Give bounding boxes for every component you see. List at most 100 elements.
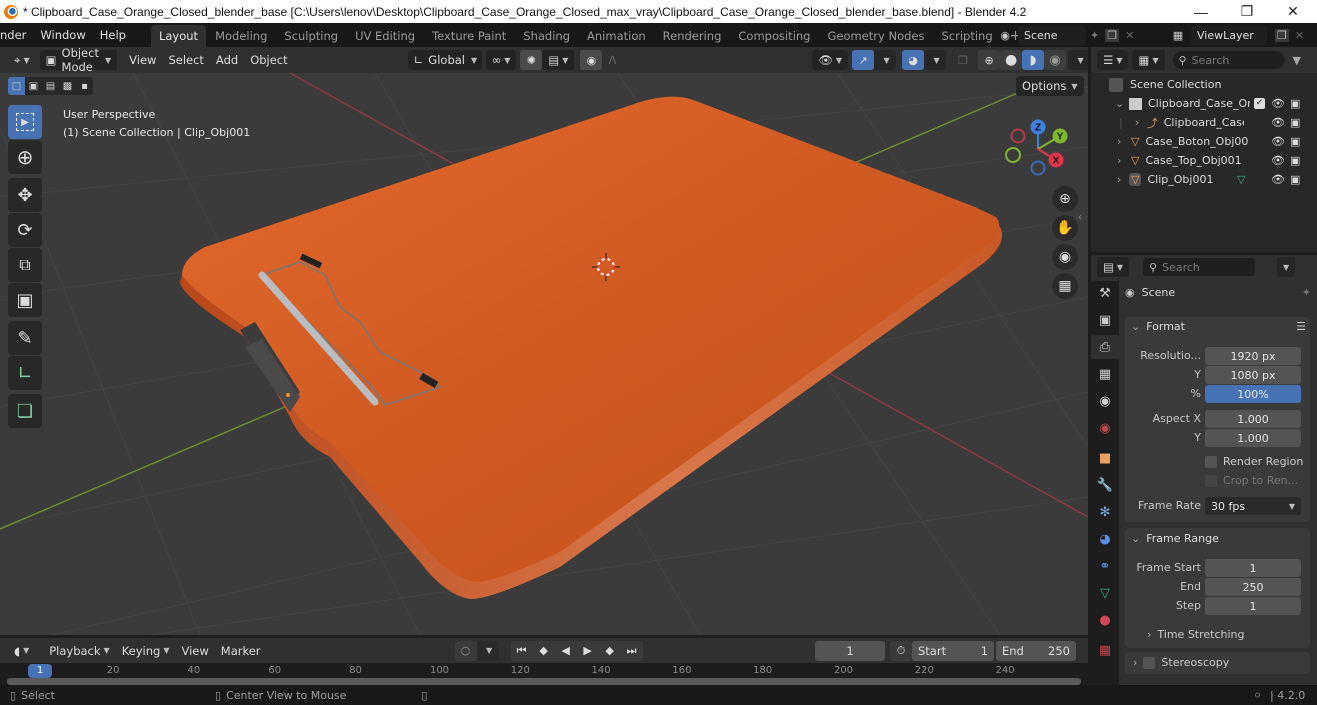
outliner-row[interactable]: › ▽ Case_Boton_Obj00 👁 ▣ — [1091, 132, 1317, 151]
frame-step-field[interactable]: 1 — [1205, 597, 1301, 615]
timeline-scrollbar[interactable] — [7, 678, 1081, 685]
playhead[interactable]: 1 — [28, 664, 52, 678]
minimize-button[interactable]: — — [1178, 0, 1224, 23]
scene-name-field[interactable]: Scene — [1018, 26, 1086, 45]
aspect-x-field[interactable]: 1.000 — [1205, 410, 1301, 428]
menu-select[interactable]: Select — [162, 50, 209, 70]
render-region-checkbox[interactable]: Render Region — [1205, 455, 1303, 468]
visibility-eye-icon[interactable]: 👁 — [1271, 116, 1285, 129]
tab-geometry-nodes[interactable]: Geometry Nodes — [819, 25, 932, 47]
tab-view-layer-icon[interactable]: ▦ — [1091, 362, 1119, 386]
tool-add-cube[interactable]: ❏ — [8, 394, 42, 428]
editor-type-button[interactable]: ⌖ ▼ — [8, 50, 36, 70]
tab-texture-paint[interactable]: Texture Paint — [424, 25, 514, 47]
frame-start-field[interactable]: 1 — [1205, 559, 1301, 577]
new-scene-icon[interactable]: ❐ — [1105, 29, 1120, 42]
pan-view-button[interactable]: ✋ — [1052, 215, 1078, 241]
frame-end-field[interactable]: 250 — [1205, 578, 1301, 596]
select-intersect-icon[interactable]: ▪ — [76, 77, 93, 95]
menu-view[interactable]: View — [123, 50, 162, 70]
gizmo-toggle-icon[interactable]: ↗ — [852, 50, 875, 70]
tab-particles-icon[interactable]: ✻ — [1091, 500, 1119, 524]
tab-material-icon[interactable]: ● — [1091, 608, 1119, 632]
stereoscopy-panel[interactable]: › Stereoscopy — [1125, 652, 1310, 674]
current-frame-field[interactable]: 1 — [815, 640, 885, 661]
tab-layout[interactable]: Layout — [150, 25, 207, 47]
end-frame-field[interactable]: End 250 — [996, 640, 1076, 661]
3d-viewport[interactable]: Z Y X ⌖ ▼ ▣ Object Mode ▼ View Select Add O… — [0, 47, 1088, 635]
properties-options-dropdown[interactable]: ▼ — [1277, 257, 1296, 277]
exclude-checkbox[interactable]: ✓ — [1254, 98, 1265, 109]
render-camera-icon[interactable]: ▣ — [1290, 135, 1300, 148]
menu-help[interactable]: Help — [93, 23, 133, 47]
pin-icon[interactable]: ✦ — [1302, 286, 1311, 299]
tab-modifiers-icon[interactable]: 🔧 — [1091, 473, 1119, 497]
scene-icon[interactable]: ◉ — [992, 29, 1018, 42]
overlays-toggle-icon[interactable]: ◕ — [902, 50, 925, 70]
tab-shading[interactable]: Shading — [515, 25, 578, 47]
clipboard-object[interactable] — [180, 96, 1003, 600]
camera-view-button[interactable]: ◉ — [1052, 244, 1078, 270]
delete-view-layer-icon[interactable]: ✕ — [1295, 29, 1304, 42]
tab-sculpting[interactable]: Sculpting — [276, 25, 346, 47]
expand-icon[interactable]: › — [1135, 116, 1147, 129]
expand-icon[interactable]: › — [1117, 154, 1131, 167]
render-camera-icon[interactable]: ▣ — [1290, 97, 1300, 110]
select-invert-icon[interactable]: ▩ — [59, 77, 76, 95]
tab-modeling[interactable]: Modeling — [207, 25, 275, 47]
outliner-row[interactable]: | › ⤴ Clipboard_Case 👁 ▣ — [1091, 113, 1317, 132]
tool-move[interactable]: ✥ — [8, 178, 42, 212]
visibility-eye-icon[interactable]: 👁 — [1271, 173, 1285, 186]
tab-render-icon[interactable]: ▣ — [1091, 308, 1119, 332]
presets-icon[interactable]: ☰ — [1296, 320, 1306, 333]
outliner-row[interactable]: ⌄ Clipboard_Case_Or ✓ 👁 ▣ — [1091, 94, 1317, 113]
tab-uv-editing[interactable]: UV Editing — [347, 25, 423, 47]
tool-annotate[interactable]: ✎ — [8, 321, 42, 355]
delete-scene-icon[interactable]: ✕ — [1125, 29, 1134, 42]
prev-keyframe-icon[interactable]: ◆ — [533, 641, 555, 661]
tab-object-icon[interactable]: ■ — [1091, 446, 1119, 470]
visibility-eye-icon[interactable]: 👁 — [1271, 97, 1285, 110]
resolution-y-field[interactable]: 1080 px — [1205, 366, 1301, 384]
keying-set-dropdown[interactable]: ▼ — [476, 640, 499, 661]
visibility-dropdown[interactable]: 👁 ▼ — [812, 50, 849, 70]
auto-keying-toggle-icon[interactable]: ○ — [454, 640, 477, 661]
format-panel-header[interactable]: ⌄ Format ☰ — [1131, 320, 1306, 333]
aspect-y-field[interactable]: 1.000 — [1205, 429, 1301, 447]
properties-editor-type-icon[interactable]: ▤ ▼ — [1097, 257, 1130, 277]
view-layer-icon[interactable]: ▦ — [1165, 29, 1191, 42]
tool-scale[interactable]: ⧉ — [8, 248, 42, 282]
tab-world-icon[interactable]: ◉ — [1091, 416, 1119, 440]
xray-toggle-icon[interactable]: ❐ — [952, 50, 974, 70]
visibility-eye-icon[interactable]: 👁 — [1271, 154, 1285, 167]
mesh-data-icon[interactable]: ▽ — [1237, 173, 1245, 186]
proportional-edit-icon[interactable]: ◉ — [580, 50, 603, 70]
properties-search-input[interactable]: ⚲ Search — [1143, 258, 1256, 276]
tab-tool-icon[interactable]: ⚒ — [1091, 281, 1119, 305]
mode-dropdown[interactable]: ▣ Object Mode ▼ — [39, 47, 118, 74]
outliner-search-input[interactable]: ⚲ Search — [1172, 51, 1285, 69]
wireframe-shading-icon[interactable]: ⊕ — [978, 50, 1001, 70]
overlays-dropdown[interactable]: ▼ — [924, 50, 947, 70]
new-view-layer-icon[interactable]: ❐ — [1275, 29, 1289, 42]
tab-constraints-icon[interactable]: ⚭ — [1091, 554, 1119, 578]
falloff-icon[interactable]: Λ — [602, 50, 622, 70]
timeline-ruler[interactable]: 20 40 60 80 100 120 140 160 180 200 220 240 1 — [0, 664, 1088, 685]
timeline-editor-type-icon[interactable]: ◖ ▼ — [8, 641, 35, 661]
tab-data-icon[interactable]: ▽ — [1091, 581, 1119, 605]
gizmo-dropdown[interactable]: ▼ — [874, 50, 897, 70]
stereoscopy-checkbox[interactable] — [1143, 656, 1156, 669]
select-new-icon[interactable]: □ — [8, 77, 25, 95]
select-extend-icon[interactable]: ▣ — [25, 77, 42, 95]
tab-scripting[interactable]: Scripting — [934, 25, 1001, 47]
tool-measure[interactable]: ∟ — [8, 356, 42, 390]
snap-toggle-icon[interactable]: ✺ — [520, 50, 543, 70]
play-icon[interactable]: ▶ — [577, 641, 599, 661]
collapse-icon[interactable]: ⌄ — [1115, 97, 1129, 110]
filter-icon[interactable]: ▼ — [1293, 54, 1301, 67]
jump-start-icon[interactable]: ⏮ — [511, 641, 533, 661]
visibility-eye-icon[interactable]: 👁 — [1271, 135, 1285, 148]
start-frame-field[interactable]: Start 1 — [912, 640, 994, 661]
transform-orientation-dropdown[interactable]: ∟ Global ▼ — [407, 50, 482, 70]
pin-icon[interactable]: ✦ — [1090, 29, 1099, 42]
